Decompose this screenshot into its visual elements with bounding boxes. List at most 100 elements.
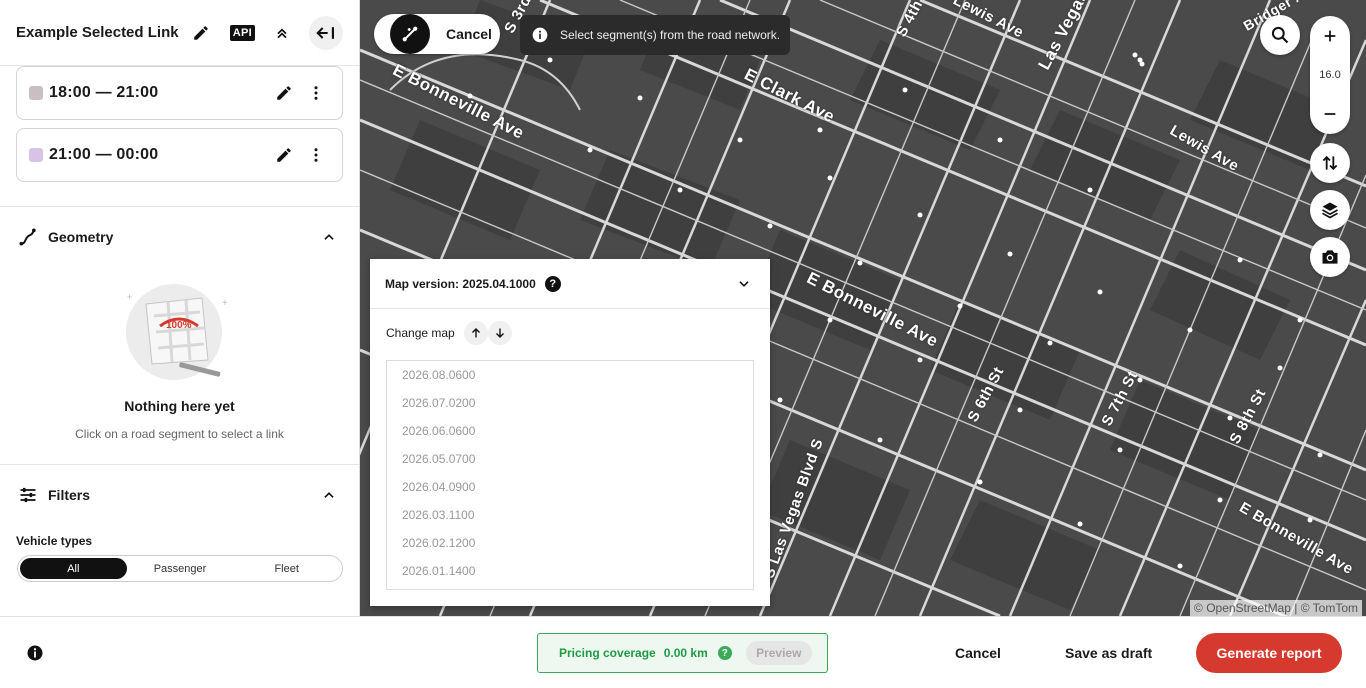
pencil-icon: [277, 148, 291, 162]
map-version-option[interactable]: 2026.07.0200: [387, 389, 753, 417]
older-version-button[interactable]: [487, 321, 512, 345]
time-range-card[interactable]: 21:00 — 00:00: [16, 128, 343, 182]
filters-collapse-button[interactable]: [317, 483, 341, 507]
geometry-collapse-button[interactable]: [317, 225, 341, 249]
time-range-label: 21:00 — 00:00: [49, 146, 159, 163]
cancel-selection-button[interactable]: Cancel: [374, 14, 500, 54]
map-version-option[interactable]: 2026.02.1200: [387, 529, 753, 557]
pencil-icon: [193, 25, 208, 40]
vehicle-types-label: Vehicle types: [16, 534, 93, 548]
kebab-menu-icon: [314, 148, 318, 162]
vehicle-type-passenger[interactable]: Passenger: [127, 558, 234, 579]
time-range-card[interactable]: 18:00 — 21:00: [16, 66, 343, 120]
save-draft-button[interactable]: Save as draft: [1065, 637, 1152, 669]
pricing-coverage-label: Pricing coverage: [559, 646, 656, 660]
time-range-swatch: [29, 148, 43, 162]
zoom-out-button[interactable]: [1310, 94, 1350, 134]
vehicle-type-segmented-control: All Passenger Fleet: [17, 555, 343, 582]
camera-icon: [1322, 250, 1338, 264]
layers-icon: [1322, 202, 1338, 219]
preview-button[interactable]: Preview: [745, 641, 812, 665]
close-sidebar-button[interactable]: [309, 15, 343, 50]
empty-state-subtitle: Click on a road segment to select a link: [75, 427, 284, 441]
more-options-button[interactable]: [302, 141, 330, 169]
map-version-option[interactable]: 2026.08.0600: [387, 361, 753, 389]
map-version-title: Map version: 2025.04.1000: [385, 276, 536, 291]
geometry-section-header[interactable]: Geometry: [0, 206, 359, 266]
generate-report-button[interactable]: Generate report: [1196, 633, 1342, 673]
sidebar-header: Example Selected Link API: [0, 0, 359, 66]
newer-version-button[interactable]: [463, 321, 488, 345]
geometry-title: Geometry: [48, 228, 114, 245]
map-version-option[interactable]: 2026.06.0600: [387, 417, 753, 445]
page-title: Example Selected Link: [16, 24, 179, 41]
filters-title: Filters: [48, 486, 91, 503]
cancel-selection-label: Cancel: [446, 26, 492, 42]
chevron-down-icon: [739, 280, 749, 287]
info-icon[interactable]: [26, 644, 44, 662]
pricing-coverage-box: Pricing coverage 0.00 km ? Preview: [537, 633, 828, 673]
vehicle-type-fleet[interactable]: Fleet: [233, 558, 340, 579]
map-layers-button[interactable]: [1310, 190, 1350, 230]
map-version-option[interactable]: 2026.01.1400: [387, 557, 753, 585]
edit-title-button[interactable]: [186, 18, 216, 48]
change-map-row: Change map: [386, 321, 512, 345]
pencil-icon: [277, 86, 291, 100]
swap-direction-button[interactable]: [1310, 143, 1350, 183]
zoom-in-button[interactable]: [1310, 16, 1350, 56]
selection-mode-indicator: [390, 14, 430, 54]
cancel-button[interactable]: Cancel: [955, 637, 1001, 669]
pricing-coverage-value: 0.00 km: [663, 646, 708, 660]
map-attribution[interactable]: © OpenStreetMap | © TomTom: [1190, 600, 1362, 616]
sidebar: Example Selected Link API 18:00 — 21:00 …: [0, 0, 360, 616]
time-range-swatch: [29, 86, 43, 100]
svg-text:+: +: [222, 298, 228, 309]
info-icon: [532, 27, 548, 43]
edit-time-range-button[interactable]: [270, 79, 298, 107]
help-icon[interactable]: ?: [717, 646, 732, 660]
map-version-option[interactable]: 2026.05.0700: [387, 445, 753, 473]
map-version-option[interactable]: 2026.03.1100: [387, 501, 753, 529]
instruction-text: Select segment(s) from the road network.: [560, 28, 781, 42]
more-options-button[interactable]: [302, 79, 330, 107]
plus-icon: [1324, 30, 1336, 42]
kebab-menu-icon: [314, 86, 318, 100]
empty-state-title: Nothing here yet: [124, 398, 235, 414]
arrow-up-icon: [471, 328, 480, 338]
minus-icon: [1324, 113, 1336, 115]
screenshot-button[interactable]: [1310, 237, 1350, 277]
map-version-collapse-button[interactable]: [733, 273, 755, 295]
arrow-left-bar-icon: [316, 26, 335, 39]
instruction-toast: Select segment(s) from the road network.: [520, 15, 791, 55]
chevron-up-icon: [324, 491, 334, 498]
arrow-down-icon: [495, 328, 504, 338]
filters-section-header[interactable]: Filters: [0, 464, 359, 524]
sliders-icon: [20, 487, 36, 502]
time-range-label: 18:00 — 21:00: [49, 84, 159, 101]
search-icon: [1271, 26, 1289, 44]
footer-bar: Pricing coverage 0.00 km ? Preview Cance…: [0, 616, 1366, 688]
double-chevron-up-icon: [277, 27, 287, 38]
swap-vertical-icon: [1322, 155, 1338, 171]
map-search-button[interactable]: [1260, 15, 1300, 55]
svg-text:100%: 100%: [166, 320, 192, 331]
help-icon[interactable]: ?: [544, 275, 561, 292]
segment-select-icon: [402, 26, 418, 42]
api-button[interactable]: API: [227, 18, 257, 48]
edit-time-range-button[interactable]: [270, 141, 298, 169]
change-map-label: Change map: [386, 326, 455, 340]
zoom-control: 16.0: [1310, 16, 1350, 134]
vehicle-type-all[interactable]: All: [20, 558, 127, 579]
route-icon: [19, 228, 36, 245]
empty-state-illustration: 100% + +: [124, 282, 234, 382]
svg-text:+: +: [127, 292, 132, 302]
zoom-level: 16.0: [1319, 69, 1341, 81]
api-icon: API: [229, 24, 255, 41]
collapse-all-button[interactable]: [267, 18, 297, 48]
map-version-panel: Map version: 2025.04.1000 ? Change map 2…: [370, 259, 770, 606]
map-version-option[interactable]: 2026.04.0900: [387, 473, 753, 501]
map-version-list[interactable]: 2026.08.0600 2026.07.0200 2026.06.0600 2…: [386, 360, 754, 590]
map-canvas[interactable]: E Bonneville Ave E Clark Ave Lewis Ave L…: [360, 0, 1366, 616]
chevron-up-icon: [324, 233, 334, 240]
map-version-header[interactable]: Map version: 2025.04.1000 ?: [370, 259, 770, 309]
